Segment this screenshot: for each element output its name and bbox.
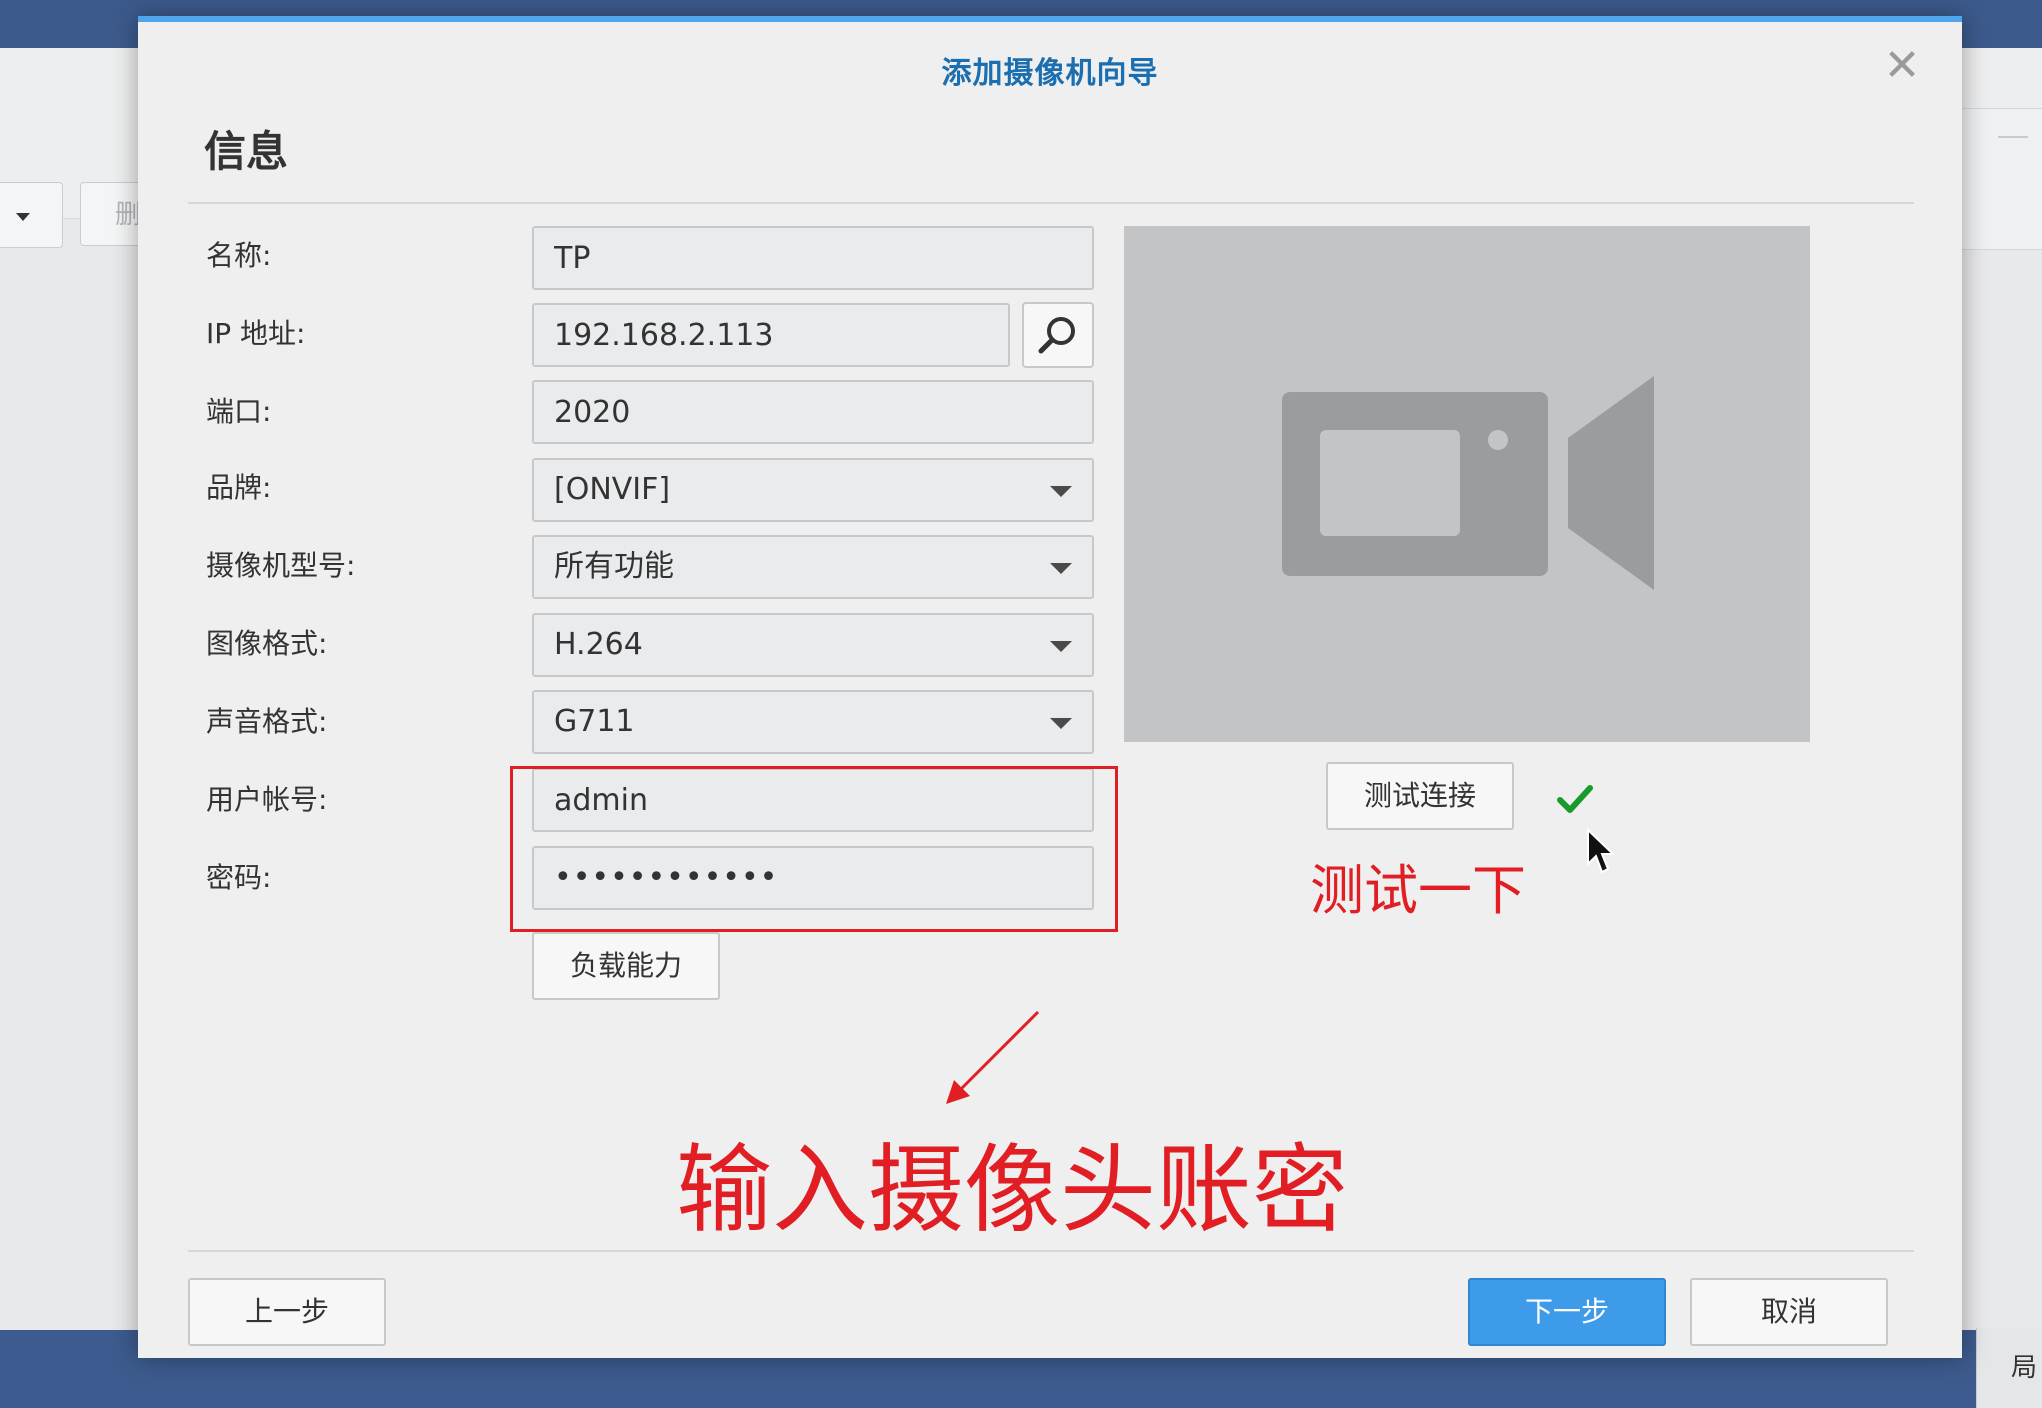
section-title: 信息 <box>204 127 289 176</box>
ip-address-input[interactable] <box>532 303 1010 367</box>
brand-select[interactable]: [ONVIF] <box>532 458 1094 522</box>
username-label: 用户帐号: <box>206 783 328 816</box>
test-connection-button[interactable]: 测试连接 <box>1326 762 1514 830</box>
chevron-down-icon <box>1050 718 1072 729</box>
add-camera-wizard-dialog: 添加摄像机向导 ✕ 信息 名称: IP 地址: 端口: 品牌: 摄像机型号: 图… <box>138 16 1962 1358</box>
ip-address-label: IP 地址: <box>206 317 306 350</box>
dialog-title: 添加摄像机向导 <box>941 56 1159 91</box>
minimize-icon[interactable] <box>1998 136 2028 138</box>
background-right-panel <box>1962 108 2042 250</box>
video-camera-icon <box>1282 376 1654 590</box>
close-icon[interactable]: ✕ <box>1882 44 1922 88</box>
video-format-select[interactable]: H.264 <box>532 613 1094 677</box>
next-step-button[interactable]: 下一步 <box>1468 1278 1666 1346</box>
capability-button[interactable]: 负载能力 <box>532 932 720 1000</box>
name-input[interactable] <box>532 226 1094 290</box>
brand-label: 品牌: <box>206 471 272 504</box>
chevron-down-icon <box>1050 641 1072 652</box>
checkmark-icon <box>1557 785 1593 813</box>
port-input[interactable] <box>532 380 1094 444</box>
chevron-down-icon <box>1050 486 1072 497</box>
search-icon <box>1038 317 1075 354</box>
audio-format-select[interactable]: G711 <box>532 690 1094 754</box>
camera-model-select[interactable]: 所有功能 <box>532 535 1094 599</box>
password-label: 密码: <box>206 861 272 894</box>
audio-format-select-value: G711 <box>554 704 635 739</box>
camera-preview <box>1124 226 1810 742</box>
background-corner-button[interactable]: 局 <box>1976 1328 2042 1408</box>
search-button[interactable] <box>1022 302 1094 368</box>
footer-divider <box>188 1250 1914 1252</box>
arrow-annotation-icon <box>946 1010 1040 1104</box>
video-format-label: 图像格式: <box>206 627 328 660</box>
credentials-highlight-box <box>510 766 1118 932</box>
name-label: 名称: <box>206 239 272 272</box>
mouse-cursor-icon <box>1587 828 1616 874</box>
credentials-annotation: 输入摄像头账密 <box>676 1134 1348 1246</box>
cancel-button[interactable]: 取消 <box>1690 1278 1888 1346</box>
brand-select-value: [ONVIF] <box>554 472 671 507</box>
camera-model-select-value: 所有功能 <box>554 549 674 584</box>
camera-model-label: 摄像机型号: <box>206 549 356 582</box>
caret-down-icon <box>16 213 30 221</box>
header-divider <box>188 202 1914 204</box>
port-label: 端口: <box>206 395 272 428</box>
previous-step-button[interactable]: 上一步 <box>188 1278 386 1346</box>
background-dropdown[interactable] <box>0 182 63 248</box>
video-format-select-value: H.264 <box>554 627 643 662</box>
audio-format-label: 声音格式: <box>206 705 328 738</box>
chevron-down-icon <box>1050 563 1072 574</box>
test-annotation: 测试一下 <box>1310 859 1526 922</box>
